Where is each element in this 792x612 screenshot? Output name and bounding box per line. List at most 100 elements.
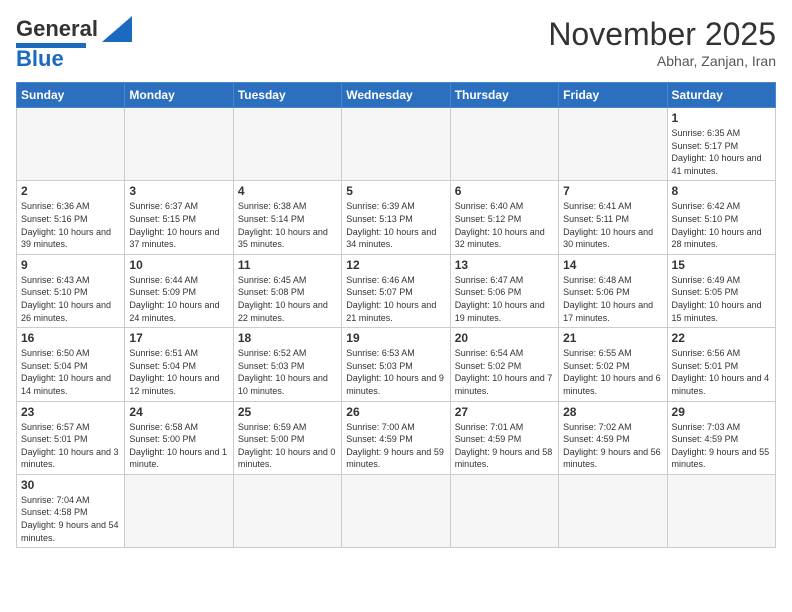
weekday-header-saturday: Saturday <box>667 83 775 108</box>
table-row: 17 Sunrise: 6:51 AM Sunset: 5:04 PM Dayli… <box>125 328 233 401</box>
day-info: Sunrise: 6:53 AM Sunset: 5:03 PM Dayligh… <box>346 347 445 397</box>
day-info: Sunrise: 6:59 AM Sunset: 5:00 PM Dayligh… <box>238 421 337 471</box>
table-row: 9 Sunrise: 6:43 AM Sunset: 5:10 PM Daylig… <box>17 254 125 327</box>
calendar-row-3: 16 Sunrise: 6:50 AM Sunset: 5:04 PM Dayli… <box>17 328 776 401</box>
day-info: Sunrise: 6:50 AM Sunset: 5:04 PM Dayligh… <box>21 347 120 397</box>
day-number: 8 <box>672 184 771 198</box>
day-number: 12 <box>346 258 445 272</box>
day-info: Sunrise: 7:02 AM Sunset: 4:59 PM Dayligh… <box>563 421 662 471</box>
day-number: 26 <box>346 405 445 419</box>
day-number: 18 <box>238 331 337 345</box>
table-row <box>233 108 341 181</box>
table-row: 10 Sunrise: 6:44 AM Sunset: 5:09 PM Dayli… <box>125 254 233 327</box>
day-number: 2 <box>21 184 120 198</box>
day-info: Sunrise: 7:01 AM Sunset: 4:59 PM Dayligh… <box>455 421 554 471</box>
calendar: SundayMondayTuesdayWednesdayThursdayFrid… <box>16 82 776 548</box>
table-row: 15 Sunrise: 6:49 AM Sunset: 5:05 PM Dayli… <box>667 254 775 327</box>
day-info: Sunrise: 6:44 AM Sunset: 5:09 PM Dayligh… <box>129 274 228 324</box>
day-number: 29 <box>672 405 771 419</box>
table-row <box>17 108 125 181</box>
table-row: 29 Sunrise: 7:03 AM Sunset: 4:59 PM Dayli… <box>667 401 775 474</box>
day-number: 9 <box>21 258 120 272</box>
day-info: Sunrise: 6:41 AM Sunset: 5:11 PM Dayligh… <box>563 200 662 250</box>
logo-general-text: General <box>16 16 98 42</box>
table-row: 14 Sunrise: 6:48 AM Sunset: 5:06 PM Dayli… <box>559 254 667 327</box>
day-number: 19 <box>346 331 445 345</box>
day-number: 24 <box>129 405 228 419</box>
table-row: 18Sunrise: 6:52 AM Sunset: 5:03 PM Dayli… <box>233 328 341 401</box>
table-row <box>667 474 775 547</box>
day-info: Sunrise: 6:48 AM Sunset: 5:06 PM Dayligh… <box>563 274 662 324</box>
table-row: 2 Sunrise: 6:36 AM Sunset: 5:16 PM Daylig… <box>17 181 125 254</box>
day-number: 5 <box>346 184 445 198</box>
table-row <box>125 108 233 181</box>
weekday-header-sunday: Sunday <box>17 83 125 108</box>
table-row: 4Sunrise: 6:38 AM Sunset: 5:14 PM Daylig… <box>233 181 341 254</box>
calendar-row-0: 1Sunrise: 6:35 AM Sunset: 5:17 PM Daylig… <box>17 108 776 181</box>
day-number: 10 <box>129 258 228 272</box>
day-info: Sunrise: 6:43 AM Sunset: 5:10 PM Dayligh… <box>21 274 120 324</box>
table-row <box>125 474 233 547</box>
logo-icon <box>102 16 132 42</box>
weekday-header-tuesday: Tuesday <box>233 83 341 108</box>
calendar-row-4: 23 Sunrise: 6:57 AM Sunset: 5:01 PM Dayli… <box>17 401 776 474</box>
day-number: 15 <box>672 258 771 272</box>
table-row: 16 Sunrise: 6:50 AM Sunset: 5:04 PM Dayli… <box>17 328 125 401</box>
month-year: November 2025 <box>548 16 776 53</box>
table-row <box>559 474 667 547</box>
table-row: 12Sunrise: 6:46 AM Sunset: 5:07 PM Dayli… <box>342 254 450 327</box>
day-info: Sunrise: 6:40 AM Sunset: 5:12 PM Dayligh… <box>455 200 554 250</box>
day-info: Sunrise: 7:00 AM Sunset: 4:59 PM Dayligh… <box>346 421 445 471</box>
table-row <box>559 108 667 181</box>
day-number: 13 <box>455 258 554 272</box>
day-info: Sunrise: 6:47 AM Sunset: 5:06 PM Dayligh… <box>455 274 554 324</box>
table-row: 24Sunrise: 6:58 AM Sunset: 5:00 PM Dayli… <box>125 401 233 474</box>
table-row: 22Sunrise: 6:56 AM Sunset: 5:01 PM Dayli… <box>667 328 775 401</box>
day-number: 6 <box>455 184 554 198</box>
table-row: 11Sunrise: 6:45 AM Sunset: 5:08 PM Dayli… <box>233 254 341 327</box>
table-row: 30 Sunrise: 7:04 AM Sunset: 4:58 PM Dayli… <box>17 474 125 547</box>
day-info: Sunrise: 6:39 AM Sunset: 5:13 PM Dayligh… <box>346 200 445 250</box>
weekday-header-monday: Monday <box>125 83 233 108</box>
day-info: Sunrise: 6:42 AM Sunset: 5:10 PM Dayligh… <box>672 200 771 250</box>
day-info: Sunrise: 6:49 AM Sunset: 5:05 PM Dayligh… <box>672 274 771 324</box>
table-row <box>342 474 450 547</box>
table-row <box>233 474 341 547</box>
day-info: Sunrise: 6:54 AM Sunset: 5:02 PM Dayligh… <box>455 347 554 397</box>
day-info: Sunrise: 7:04 AM Sunset: 4:58 PM Dayligh… <box>21 494 120 544</box>
table-row: 25Sunrise: 6:59 AM Sunset: 5:00 PM Dayli… <box>233 401 341 474</box>
header: General Blue November 2025 Abhar, Zanjan… <box>16 16 776 72</box>
day-number: 1 <box>672 111 771 125</box>
day-info: Sunrise: 6:38 AM Sunset: 5:14 PM Dayligh… <box>238 200 337 250</box>
day-info: Sunrise: 6:51 AM Sunset: 5:04 PM Dayligh… <box>129 347 228 397</box>
day-number: 21 <box>563 331 662 345</box>
table-row: 8 Sunrise: 6:42 AM Sunset: 5:10 PM Daylig… <box>667 181 775 254</box>
day-info: Sunrise: 7:03 AM Sunset: 4:59 PM Dayligh… <box>672 421 771 471</box>
day-number: 17 <box>129 331 228 345</box>
calendar-row-2: 9 Sunrise: 6:43 AM Sunset: 5:10 PM Daylig… <box>17 254 776 327</box>
day-info: Sunrise: 6:57 AM Sunset: 5:01 PM Dayligh… <box>21 421 120 471</box>
day-number: 30 <box>21 478 120 492</box>
day-number: 28 <box>563 405 662 419</box>
day-number: 27 <box>455 405 554 419</box>
day-number: 23 <box>21 405 120 419</box>
day-number: 20 <box>455 331 554 345</box>
day-info: Sunrise: 6:37 AM Sunset: 5:15 PM Dayligh… <box>129 200 228 250</box>
table-row: 21Sunrise: 6:55 AM Sunset: 5:02 PM Dayli… <box>559 328 667 401</box>
weekday-header-thursday: Thursday <box>450 83 558 108</box>
table-row: 7 Sunrise: 6:41 AM Sunset: 5:11 PM Daylig… <box>559 181 667 254</box>
logo: General Blue <box>16 16 132 72</box>
day-number: 22 <box>672 331 771 345</box>
table-row: 27 Sunrise: 7:01 AM Sunset: 4:59 PM Dayli… <box>450 401 558 474</box>
table-row: 20 Sunrise: 6:54 AM Sunset: 5:02 PM Dayli… <box>450 328 558 401</box>
table-row <box>450 108 558 181</box>
day-number: 14 <box>563 258 662 272</box>
day-number: 16 <box>21 331 120 345</box>
table-row: 6 Sunrise: 6:40 AM Sunset: 5:12 PM Daylig… <box>450 181 558 254</box>
day-number: 11 <box>238 258 337 272</box>
day-number: 7 <box>563 184 662 198</box>
day-number: 3 <box>129 184 228 198</box>
calendar-row-5: 30 Sunrise: 7:04 AM Sunset: 4:58 PM Dayli… <box>17 474 776 547</box>
day-info: Sunrise: 6:36 AM Sunset: 5:16 PM Dayligh… <box>21 200 120 250</box>
weekday-header-friday: Friday <box>559 83 667 108</box>
